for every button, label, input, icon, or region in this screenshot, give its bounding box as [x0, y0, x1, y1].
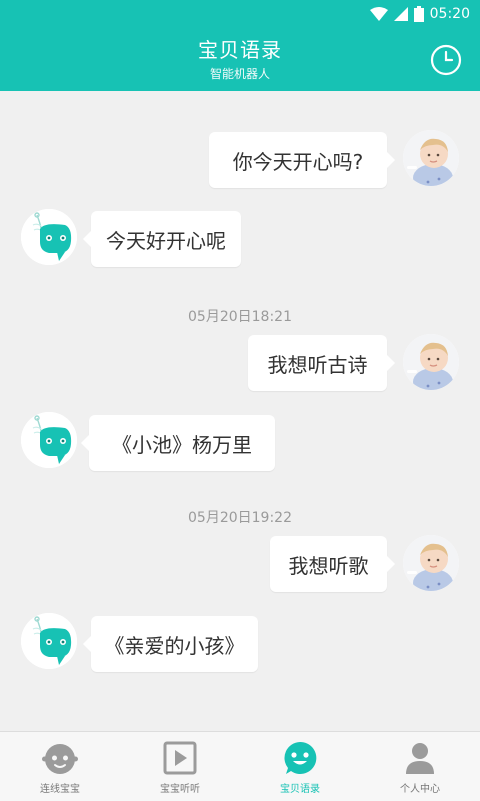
- timestamp: 05月20日18:21: [188, 309, 292, 325]
- message-text: 我想听古诗: [267, 352, 368, 377]
- wifi-icon: [369, 7, 388, 21]
- robot-avatar-icon: [21, 613, 77, 669]
- smile-chat-icon: [284, 741, 317, 774]
- tab-label: 个人中心: [400, 784, 440, 795]
- signal-icon: [393, 7, 408, 21]
- message-text: 你今天开心吗?: [232, 149, 364, 174]
- user-avatar[interactable]: [403, 130, 459, 186]
- bottom-tab-bar: 连线宝宝 宝宝听听 宝贝语录 个人中心: [0, 731, 480, 801]
- play-icon: [163, 741, 197, 775]
- page-subtitle: 智能机器人: [209, 67, 270, 81]
- user-avatar[interactable]: [403, 334, 459, 390]
- robot-avatar[interactable]: [21, 613, 77, 669]
- user-message-bubble: 我想听歌: [270, 536, 395, 592]
- baby-face-icon: [42, 744, 78, 774]
- robot-avatar-icon: [21, 209, 77, 265]
- robot-avatar-icon: [21, 412, 77, 468]
- user-message-bubble: 我想听古诗: [248, 335, 395, 391]
- chat-area[interactable]: 你今天开心吗? 今天好开心呢 05月20日18:21 我想听古诗 《小池》杨万里…: [0, 91, 480, 731]
- baby-avatar-icon: [403, 130, 459, 186]
- clock-icon[interactable]: [430, 44, 462, 76]
- robot-message-bubble: 今天好开心呢: [83, 211, 241, 267]
- tab-baby-listen[interactable]: 宝宝听听: [120, 732, 240, 801]
- tab-baby-quotes[interactable]: 宝贝语录: [240, 732, 360, 801]
- person-icon: [406, 743, 434, 774]
- timestamp: 05月20日19:22: [188, 510, 292, 526]
- message-text: 《小池》杨万里: [112, 432, 252, 457]
- message-text: 《亲爱的小孩》: [104, 633, 245, 658]
- page-title: 宝贝语录: [198, 38, 282, 62]
- baby-avatar-icon: [403, 334, 459, 390]
- battery-icon: [413, 6, 424, 22]
- status-time: 05:20: [429, 6, 470, 22]
- message-text: 今天好开心呢: [106, 228, 226, 253]
- tab-label: 宝宝听听: [160, 784, 200, 795]
- user-avatar[interactable]: [403, 535, 459, 591]
- tab-personal-center[interactable]: 个人中心: [360, 732, 480, 801]
- baby-avatar-icon: [403, 535, 459, 591]
- tab-connect-baby[interactable]: 连线宝宝: [0, 732, 120, 801]
- robot-avatar[interactable]: [21, 209, 77, 265]
- tab-label: 连线宝宝: [40, 784, 80, 795]
- robot-message-bubble: 《小池》杨万里: [81, 415, 275, 471]
- robot-message-bubble: 《亲爱的小孩》: [83, 616, 258, 672]
- status-bar: 05:20: [0, 0, 480, 28]
- message-text: 我想听歌: [288, 553, 369, 578]
- app-header: 05:20 宝贝语录 智能机器人: [0, 0, 480, 91]
- robot-avatar[interactable]: [21, 412, 77, 468]
- user-message-bubble: 你今天开心吗?: [209, 132, 395, 188]
- tab-label: 宝贝语录: [280, 784, 320, 795]
